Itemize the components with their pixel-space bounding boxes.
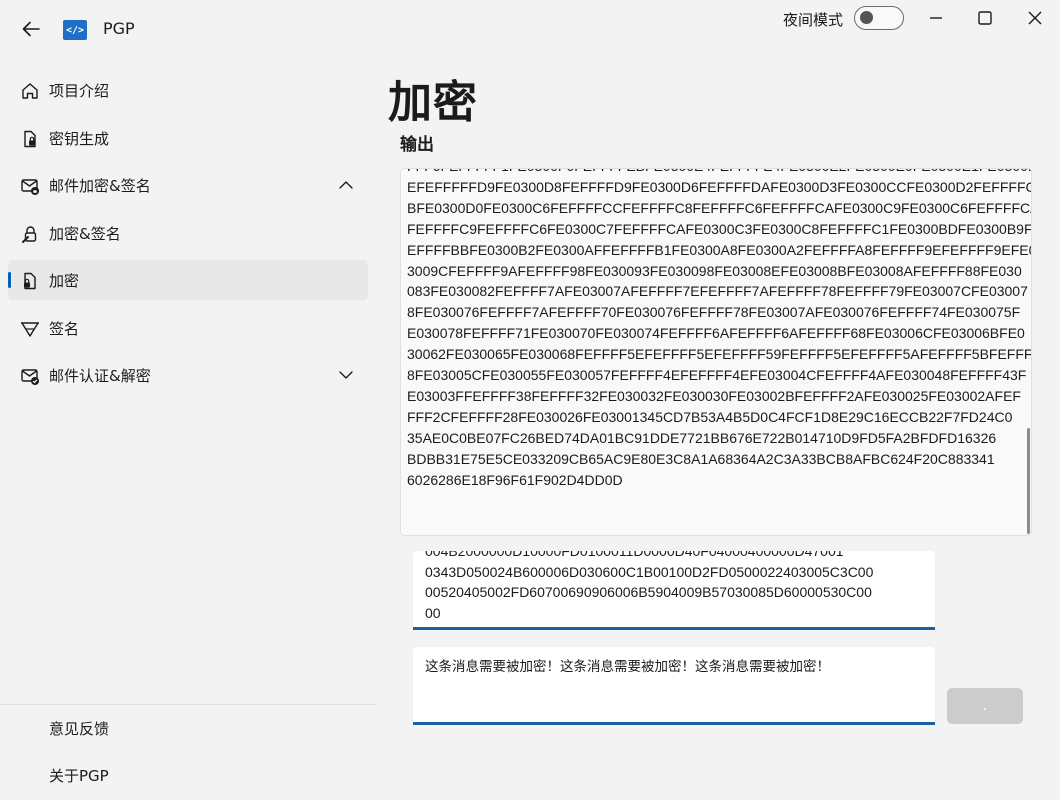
nav-item-label: 加密 xyxy=(49,272,80,290)
nav-item-feedback[interactable]: 意见反馈 xyxy=(49,718,109,739)
output-textbox[interactable]: FFF6FEFFFFF1FE0300F0FEFFFFEBFE0300E4FEFF… xyxy=(400,168,1032,536)
titlebar-left: </> PGP xyxy=(0,0,376,60)
message-text: 这条消息需要被加密！这条消息需要被加密！这条消息需要被加密！ xyxy=(425,659,830,675)
maximize-icon xyxy=(978,11,992,25)
output-label: 输出 xyxy=(400,135,434,155)
nav-item-label: 加密&签名 xyxy=(49,224,121,243)
minimize-button[interactable] xyxy=(911,0,961,36)
nav-item-intro[interactable]: 项目介绍 xyxy=(8,70,368,110)
chevron-down-icon[interactable] xyxy=(338,368,354,382)
sidebar-divider xyxy=(0,704,376,705)
public-key-input[interactable]: 004B2000000D10000FD0100011D0000D40F04000… xyxy=(413,551,935,630)
document-lock-icon xyxy=(24,272,36,290)
public-key-text: 004B2000000D10000FD0100011D0000D40F04000… xyxy=(425,551,874,621)
nav-item-mail-verify-decrypt[interactable]: 邮件认证&解密 xyxy=(8,355,368,395)
maximize-button[interactable] xyxy=(960,0,1010,36)
night-mode-toggle[interactable] xyxy=(854,6,904,30)
page-title: 加密 xyxy=(388,77,478,128)
close-icon xyxy=(1028,11,1042,25)
app-title: PGP xyxy=(103,19,135,38)
output-scrollbar[interactable] xyxy=(1027,428,1030,534)
encrypt-button[interactable]: . xyxy=(947,688,1023,724)
mail-check-icon xyxy=(21,369,39,385)
home-icon xyxy=(22,83,38,99)
nav-menu: 项目介绍 密钥生成 邮件加密&签名 加密&签名 加密 签名 邮件认证&解密 xyxy=(8,70,368,403)
nav-item-label: 邮件认证&解密 xyxy=(49,367,151,385)
mail-lock-icon xyxy=(21,179,39,195)
arrow-left-icon xyxy=(22,21,40,37)
nav-item-label: 密钥生成 xyxy=(49,129,110,148)
back-button[interactable] xyxy=(14,12,48,46)
nav-item-encrypt-sign[interactable]: 加密&签名 xyxy=(8,213,368,253)
minimize-icon xyxy=(930,17,942,19)
sidebar: </> PGP 项目介绍 密钥生成 邮件加密&签名 加密&签名 加密 签名 邮件… xyxy=(0,0,376,800)
app-logo-icon: </> xyxy=(63,20,87,40)
close-button[interactable] xyxy=(1010,0,1060,36)
message-input[interactable]: 这条消息需要被加密！这条消息需要被加密！这条消息需要被加密！ xyxy=(413,647,935,725)
key-document-icon xyxy=(24,130,36,147)
night-mode-label: 夜间模式 xyxy=(783,11,844,29)
nav-item-label: 项目介绍 xyxy=(49,82,110,100)
nav-item-label: 签名 xyxy=(49,319,80,338)
nav-item-about[interactable]: 关于PGP xyxy=(49,765,109,786)
toggle-knob xyxy=(860,11,873,24)
nav-item-keygen[interactable]: 密钥生成 xyxy=(8,118,368,158)
lock-pen-icon xyxy=(22,225,37,243)
signature-icon xyxy=(21,321,39,337)
nav-item-sign[interactable]: 签名 xyxy=(8,308,368,348)
nav-item-mail-encrypt-sign[interactable]: 邮件加密&签名 xyxy=(8,165,368,205)
nav-item-encrypt[interactable]: 加密 xyxy=(8,260,368,300)
chevron-up-icon[interactable] xyxy=(338,178,354,192)
nav-item-label: 邮件加密&签名 xyxy=(49,177,151,195)
output-text: FFF6FEFFFFF1FE0300F0FEFFFFEBFE0300E4FEFF… xyxy=(407,169,1032,488)
